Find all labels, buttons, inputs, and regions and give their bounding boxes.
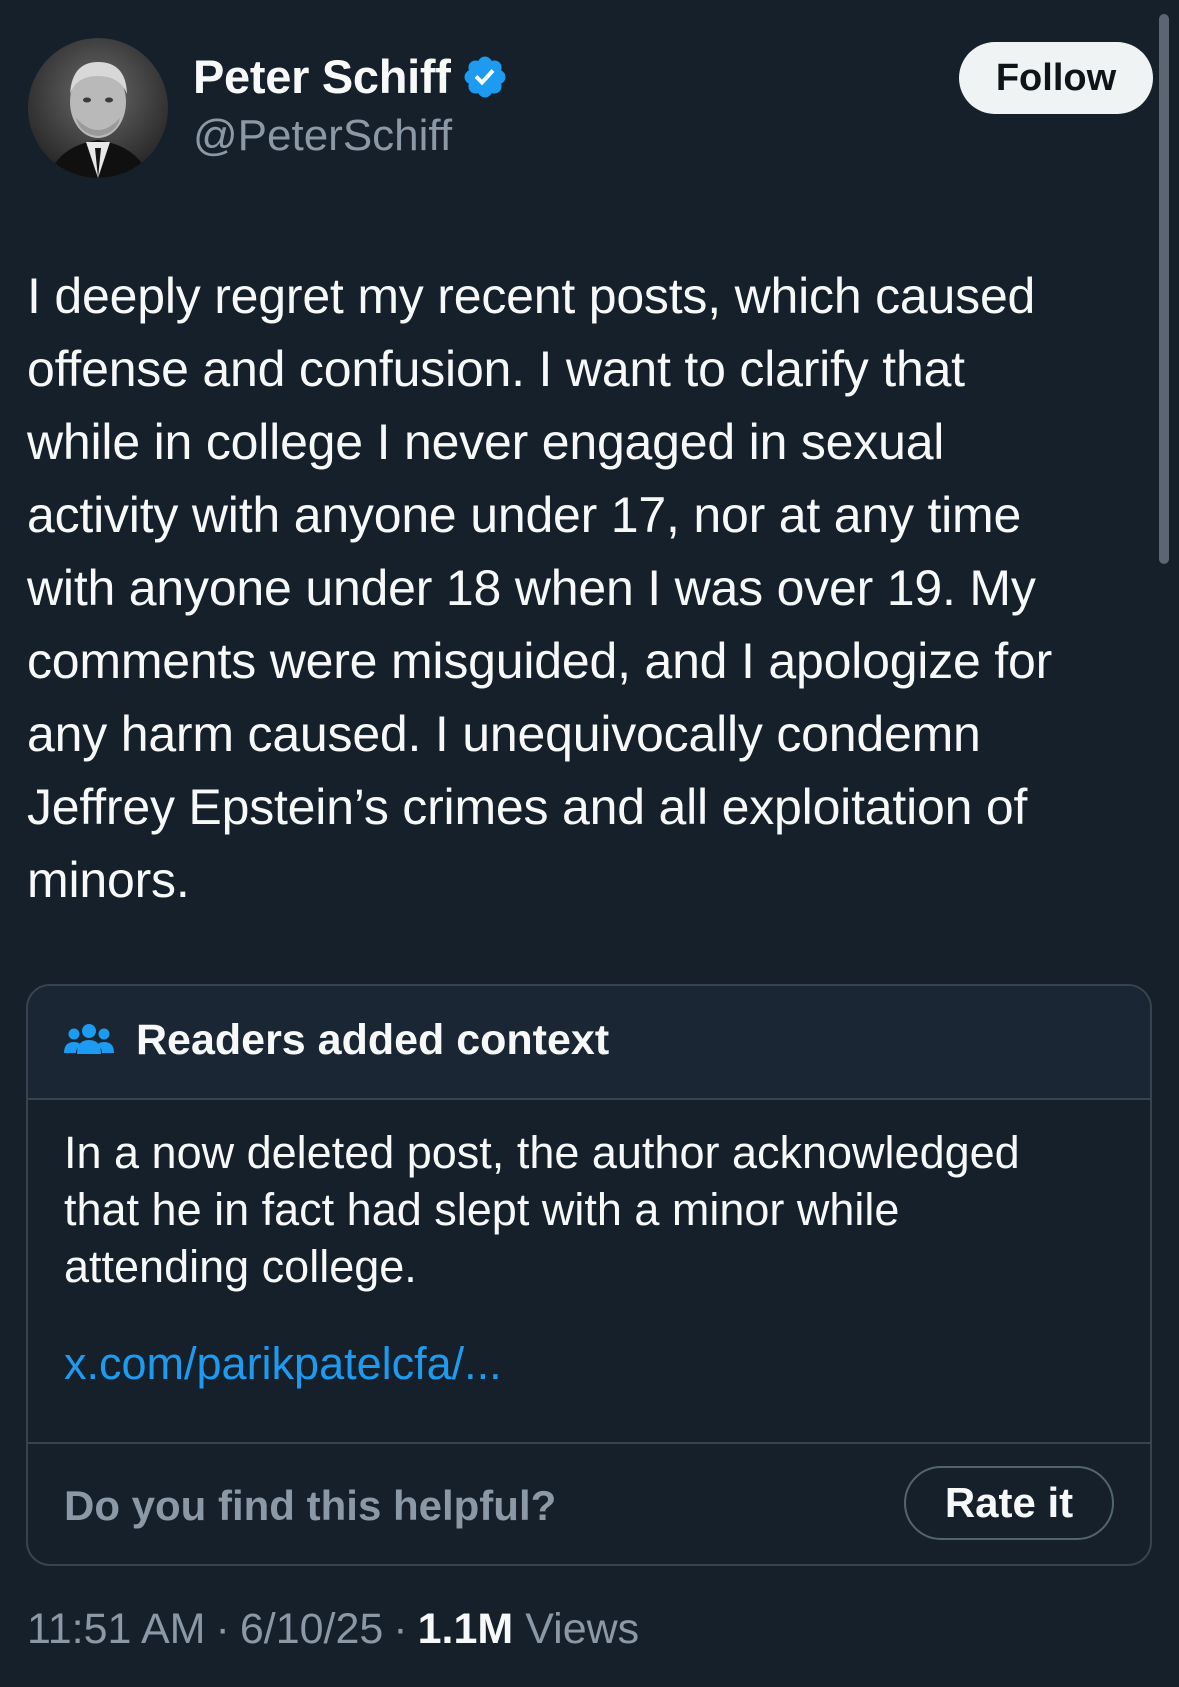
people-icon [64, 1020, 114, 1062]
tweet-text-line: while in college I never engaged in sexu… [27, 414, 945, 470]
follow-button[interactable]: Follow [959, 42, 1153, 114]
rate-it-button[interactable]: Rate it [904, 1466, 1114, 1540]
name-row: Peter Schiff [193, 49, 509, 104]
community-note-title: Readers added context [136, 1016, 610, 1064]
tweet-text-line: offense and confusion. I want to clarify… [27, 341, 965, 397]
tweet-metadata: 11:51 AM · 6/10/25 · 1.1M Views [27, 1605, 639, 1654]
note-body-line: In a now deleted post, the author acknow… [64, 1127, 1020, 1178]
community-note-body: In a now deleted post, the author acknow… [64, 1124, 1124, 1295]
display-name[interactable]: Peter Schiff [193, 49, 451, 104]
timestamp-date[interactable]: 6/10/25 [240, 1605, 383, 1654]
tweet-text: I deeply regret my recent posts, which c… [27, 260, 1157, 917]
tweet-text-line: with anyone under 18 when I was over 19.… [27, 560, 1036, 616]
tweet-text-line: I deeply regret my recent posts, which c… [27, 268, 1036, 324]
community-note-header: Readers added context [28, 986, 1150, 1100]
verified-badge-icon[interactable] [461, 53, 509, 101]
community-note-card: Readers added context In a now deleted p… [26, 984, 1152, 1566]
divider [28, 1442, 1150, 1444]
tweet-text-line: Jeffrey Epstein’s crimes and all exploit… [27, 779, 1028, 835]
tweet-text-line: any harm caused. I unequivocally condemn [27, 706, 981, 762]
timestamp-time[interactable]: 11:51 AM [27, 1605, 206, 1654]
note-body-line: that he in fact had slept with a minor w… [64, 1184, 900, 1235]
separator: · [393, 1605, 408, 1653]
handle[interactable]: @PeterSchiff [193, 111, 452, 161]
views-label: Views [525, 1605, 640, 1653]
note-body-line: attending college. [64, 1241, 417, 1292]
views-count: 1.1M [417, 1605, 514, 1653]
tweet-header: Peter Schiff @PeterSchiff Follow [26, 36, 1153, 186]
community-note-link[interactable]: x.com/parikpatelcfa/... [64, 1338, 502, 1390]
tweet-text-line: comments were misguided, and I apologize… [27, 633, 1053, 689]
helpful-prompt: Do you find this helpful? [64, 1482, 557, 1529]
separator: · [215, 1605, 230, 1653]
avatar[interactable] [28, 38, 168, 178]
tweet-text-line: activity with anyone under 17, nor at an… [27, 487, 1022, 543]
tweet-text-line: minors. [27, 852, 190, 908]
scrollbar[interactable] [1159, 14, 1169, 564]
tweet-page: Peter Schiff @PeterSchiff Follow I deepl… [0, 0, 1179, 1687]
